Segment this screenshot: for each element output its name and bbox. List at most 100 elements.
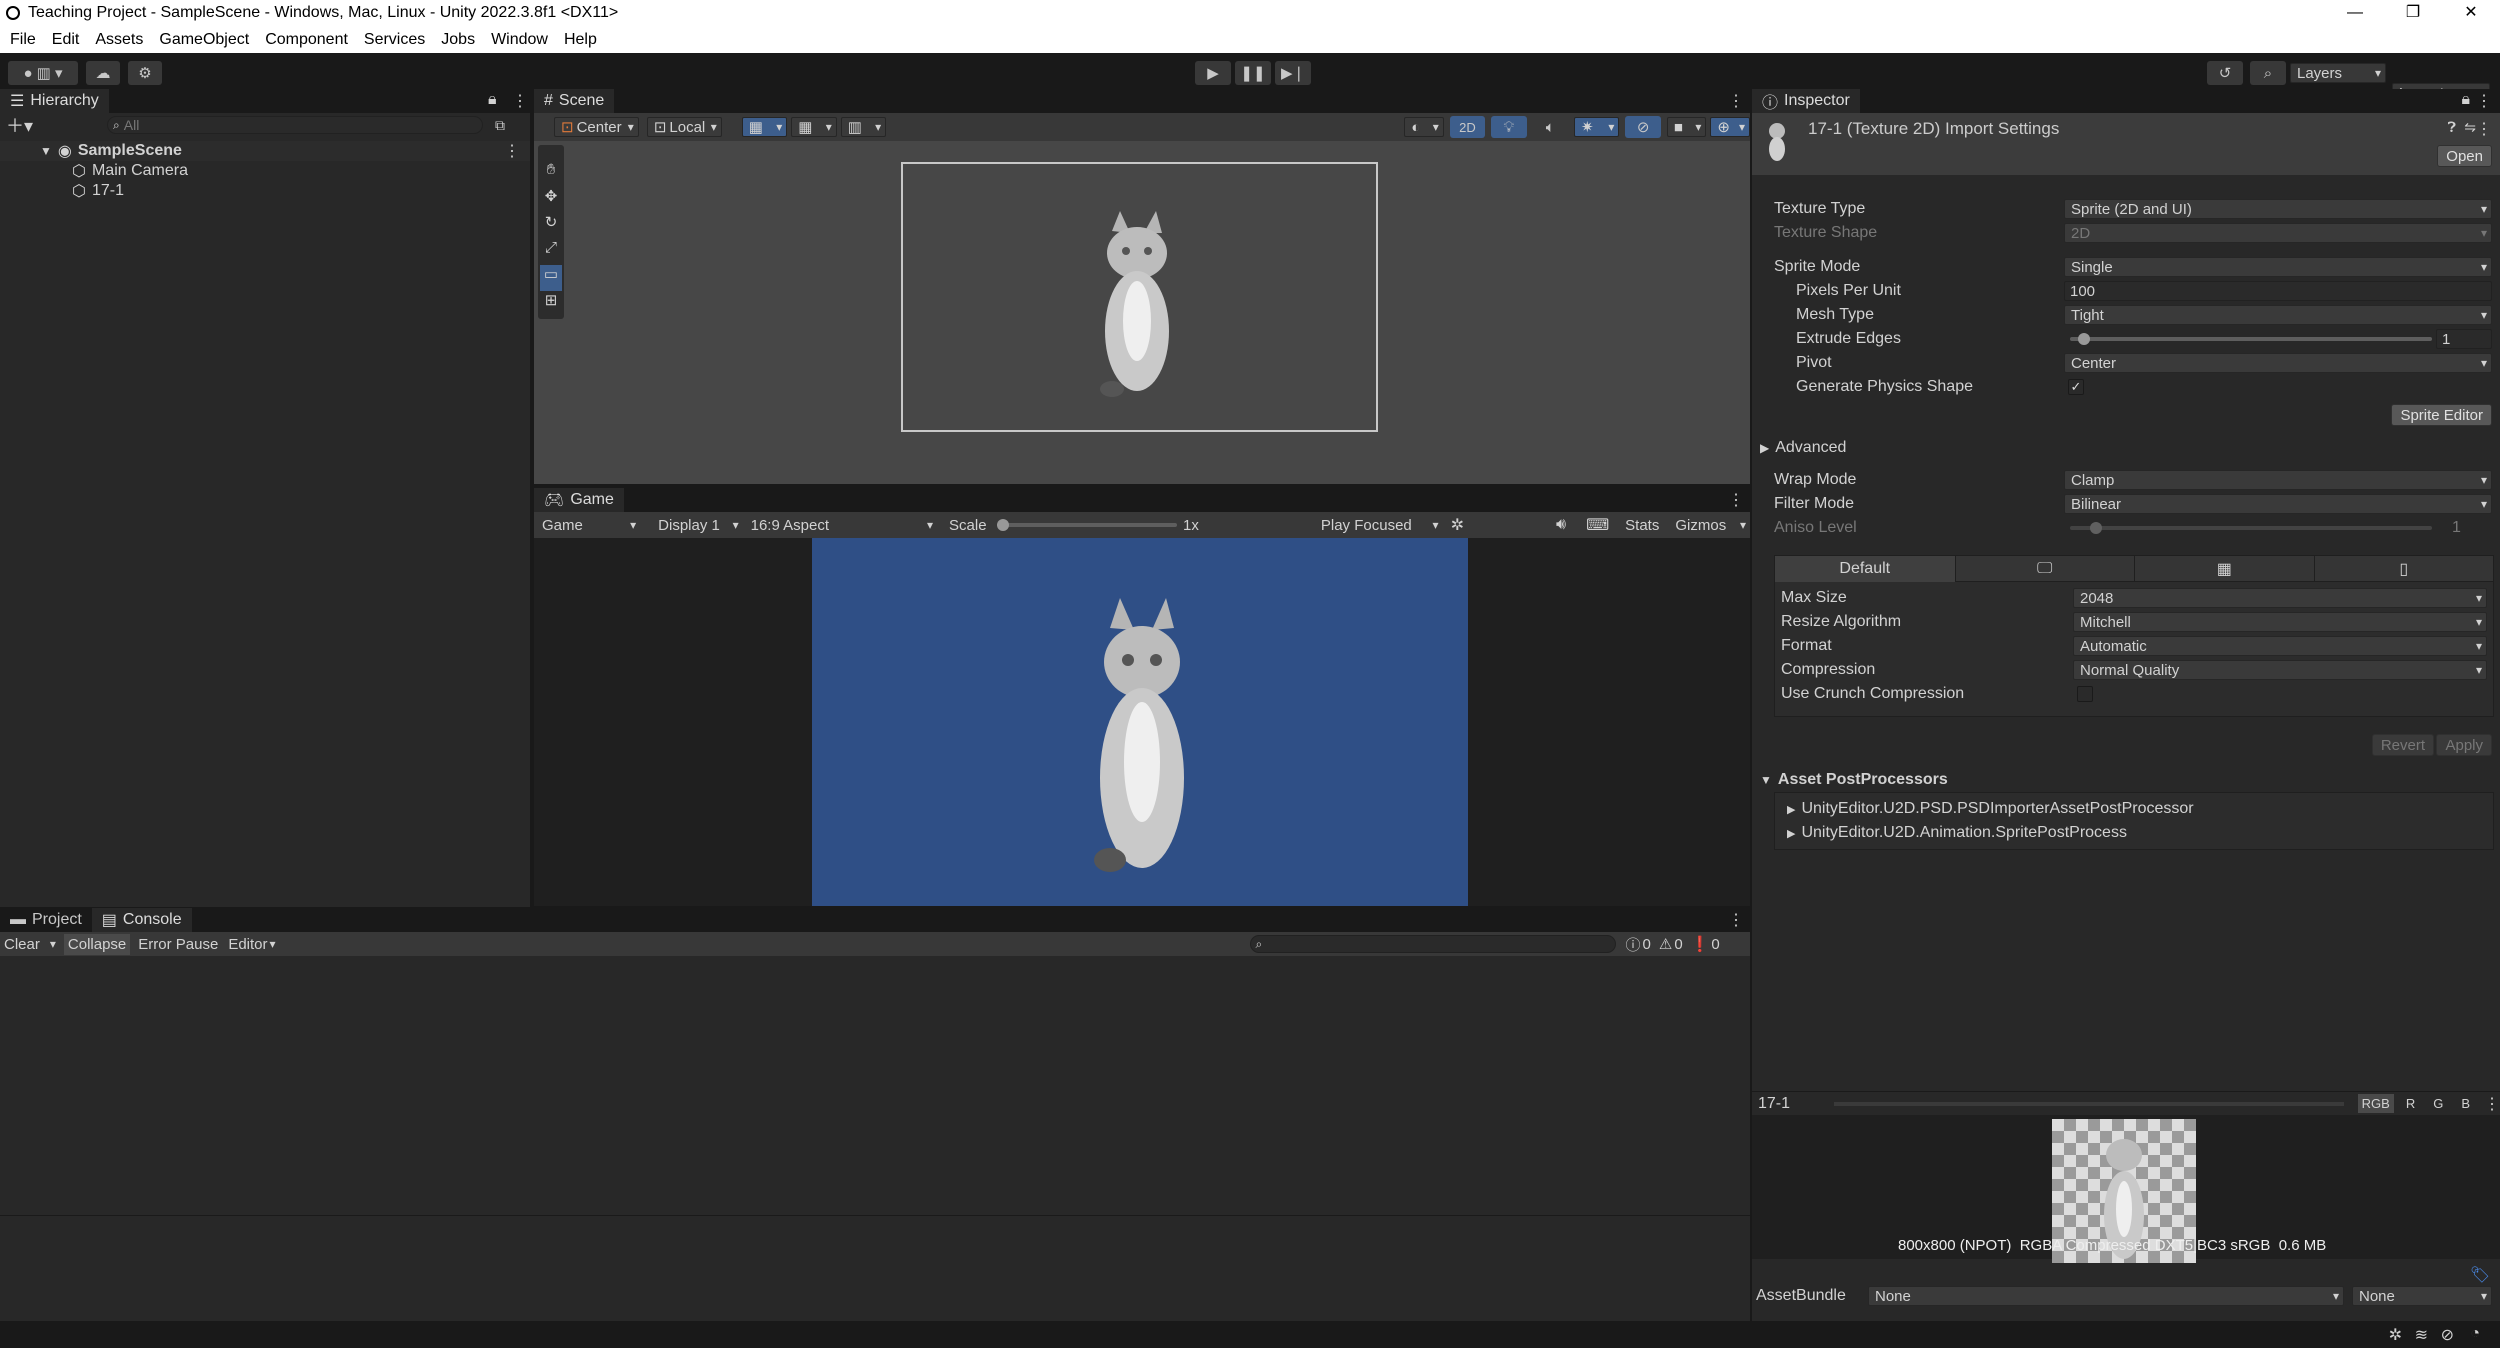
postprocessors-foldout[interactable]: ▼ Asset PostProcessors (1760, 770, 1948, 790)
open-button[interactable]: Open (2437, 145, 2492, 167)
pivot-dropdown[interactable]: Center (2064, 353, 2492, 373)
mute-audio-icon[interactable]: 🔊︎ (1556, 516, 1566, 534)
cloud-button[interactable]: ☁ (86, 61, 120, 85)
assetbundle-variant-dropdown[interactable]: None (2352, 1286, 2492, 1306)
lighting-button[interactable]: 💡︎ (1491, 116, 1527, 138)
compression-dropdown[interactable]: Normal Quality (2073, 660, 2487, 680)
align-dropdown[interactable]: ▥ (840, 117, 887, 137)
gizmos-dropdown[interactable]: Gizmos (1669, 515, 1750, 535)
pause-button[interactable]: ❚❚ (1235, 61, 1271, 85)
sprite-mode-dropdown[interactable]: Single (2064, 257, 2492, 277)
filter-mode-dropdown[interactable]: Bilinear (2064, 494, 2492, 514)
menu-jobs[interactable]: Jobs (441, 31, 475, 49)
menu-assets[interactable]: Assets (95, 31, 143, 49)
format-dropdown[interactable]: Automatic (2073, 636, 2487, 656)
crunch-checkbox[interactable] (2077, 686, 2093, 702)
preview-menu-icon[interactable]: ⋮ (2484, 1094, 2500, 1114)
hierarchy-search-input[interactable]: ⌕ All (107, 116, 484, 134)
move-tool-icon[interactable]: ✥ (545, 187, 558, 213)
console-log-area[interactable] (0, 956, 1750, 1216)
error-icon[interactable]: ❗ (1691, 935, 1710, 953)
toggle-2d-button[interactable]: 2D (1449, 116, 1486, 138)
step-button[interactable]: ▶❘ (1275, 61, 1311, 85)
hand-tool-icon[interactable]: ✋︎ (547, 161, 556, 187)
clear-options-icon[interactable]: ▾ (50, 937, 56, 951)
mesh-type-dropdown[interactable]: Tight (2064, 305, 2492, 325)
maximize-button[interactable]: ❐ (2384, 0, 2442, 26)
scale-tool-icon[interactable]: ⤢ (545, 239, 557, 265)
postprocessor-item[interactable]: ▶ UnityEditor.U2D.Animation.SpritePostPr… (1775, 821, 2493, 845)
header-menu-icon[interactable]: ⋮ (2476, 119, 2492, 139)
kebab-menu-icon[interactable]: ⋮ (2476, 91, 2492, 111)
scene-viewport[interactable]: ✋︎ ✥ ↻ ⤢ ▭ ⊞ (534, 141, 1750, 484)
resize-algorithm-dropdown[interactable]: Mitchell (2073, 612, 2487, 632)
cache-icon[interactable]: ≋ (2415, 1325, 2428, 1345)
auto-refresh-icon[interactable]: ⊘ (2441, 1325, 2454, 1345)
texture-type-dropdown[interactable]: Sprite (2D and UI) (2064, 199, 2492, 219)
draw-mode-dropdown[interactable]: ◐ (1404, 117, 1444, 137)
assetbundle-dropdown[interactable]: None (1868, 1286, 2344, 1306)
kebab-menu-icon[interactable]: ⋮ (1728, 91, 1744, 111)
lock-icon[interactable]: 🔒︎ (488, 91, 497, 109)
tab-platform-webgl[interactable]: ▦ (2134, 555, 2314, 582)
play-mode-dropdown[interactable]: Play Focused (1314, 515, 1443, 535)
asset-label-icon[interactable]: 🏷︎ (2470, 1265, 2490, 1285)
kebab-menu-icon[interactable]: ⋮ (1728, 490, 1744, 510)
transform-tool-icon[interactable]: ⊞ (545, 291, 558, 317)
clear-button[interactable]: Clear (4, 936, 40, 953)
scale-slider[interactable] (996, 518, 1177, 532)
visibility-button[interactable]: ⊘ (1625, 116, 1661, 138)
menu-component[interactable]: Component (265, 31, 348, 49)
game-view-dropdown[interactable]: Game (536, 515, 641, 535)
editor-dropdown[interactable]: Editor (228, 936, 267, 953)
collab-button[interactable]: ⚙ (128, 61, 162, 85)
apply-button[interactable]: Apply (2436, 734, 2492, 756)
pixels-per-unit-input[interactable]: 100 (2064, 281, 2492, 301)
help-icon[interactable]: ❓︎ (2448, 119, 2456, 136)
tab-platform-standalone[interactable]: 🖵 (1954, 555, 2135, 582)
audio-button[interactable]: 🔈︎ (1532, 116, 1568, 138)
stats-button[interactable]: Stats (1625, 517, 1659, 534)
mip-slider[interactable] (1834, 1101, 2344, 1106)
search-button[interactable]: ⌕ (2250, 61, 2286, 85)
tab-inspector[interactable]: ⓘ Inspector (1752, 89, 1860, 113)
display-dropdown[interactable]: Display 1 (652, 515, 743, 535)
wrap-mode-dropdown[interactable]: Clamp (2064, 470, 2492, 490)
tab-game[interactable]: 🎮︎ Game (534, 488, 624, 512)
bug-icon[interactable]: ✲ (1451, 515, 1464, 535)
scene-menu-icon[interactable]: ⋮ (504, 141, 520, 161)
menu-gameobject[interactable]: GameObject (159, 31, 249, 49)
game-viewport[interactable] (812, 538, 1468, 906)
account-button[interactable]: ● ▥ ▾ (8, 61, 78, 85)
minimize-button[interactable]: — (2326, 0, 2384, 26)
tab-console[interactable]: ▤ Console (91, 908, 192, 932)
channel-g-button[interactable]: G (2433, 1096, 2443, 1111)
warning-icon[interactable]: ⚠ (1659, 935, 1672, 953)
gizmos-scene-dropdown[interactable]: ⊕ (1710, 117, 1750, 137)
revert-button[interactable]: Revert (2371, 734, 2434, 756)
lock-icon[interactable]: 🔒︎ (2461, 91, 2470, 109)
rotate-tool-icon[interactable]: ↻ (545, 213, 558, 239)
hierarchy-scene-row[interactable]: ▼ ◉ SampleScene ⋮ (0, 141, 530, 161)
menu-edit[interactable]: Edit (52, 31, 80, 49)
hierarchy-item-main-camera[interactable]: ⬡ Main Camera (0, 161, 530, 181)
tab-platform-default[interactable]: Default (1775, 555, 1955, 582)
tab-hierarchy[interactable]: ☰ Hierarchy (0, 89, 109, 113)
snap-increment-dropdown[interactable]: ▦ (791, 117, 837, 137)
tab-project[interactable]: ▬ Project (0, 908, 92, 932)
error-pause-button[interactable]: Error Pause (138, 936, 218, 953)
menu-window[interactable]: Window (491, 31, 548, 49)
rect-tool-icon[interactable]: ▭ (540, 265, 562, 291)
progress-icon[interactable]: ◔ (2470, 1325, 2480, 1343)
keyboard-icon[interactable]: ⌨ (1586, 515, 1609, 535)
postprocessor-item[interactable]: ▶ UnityEditor.U2D.PSD.PSDImporterAssetPo… (1775, 797, 2493, 821)
max-size-dropdown[interactable]: 2048 (2073, 588, 2487, 608)
effects-dropdown[interactable]: ✷ (1573, 117, 1620, 137)
add-button[interactable]: ＋▾ (6, 112, 33, 138)
pivot-dropdown[interactable]: ⊡ Center (554, 117, 639, 137)
channel-r-button[interactable]: R (2406, 1096, 2415, 1111)
cat-sprite-scene[interactable] (1082, 211, 1192, 401)
grid-snap-dropdown[interactable]: ▦ (741, 117, 788, 137)
layers-dropdown[interactable]: Layers (2290, 63, 2386, 83)
extrude-edges-slider[interactable] (2070, 332, 2432, 346)
